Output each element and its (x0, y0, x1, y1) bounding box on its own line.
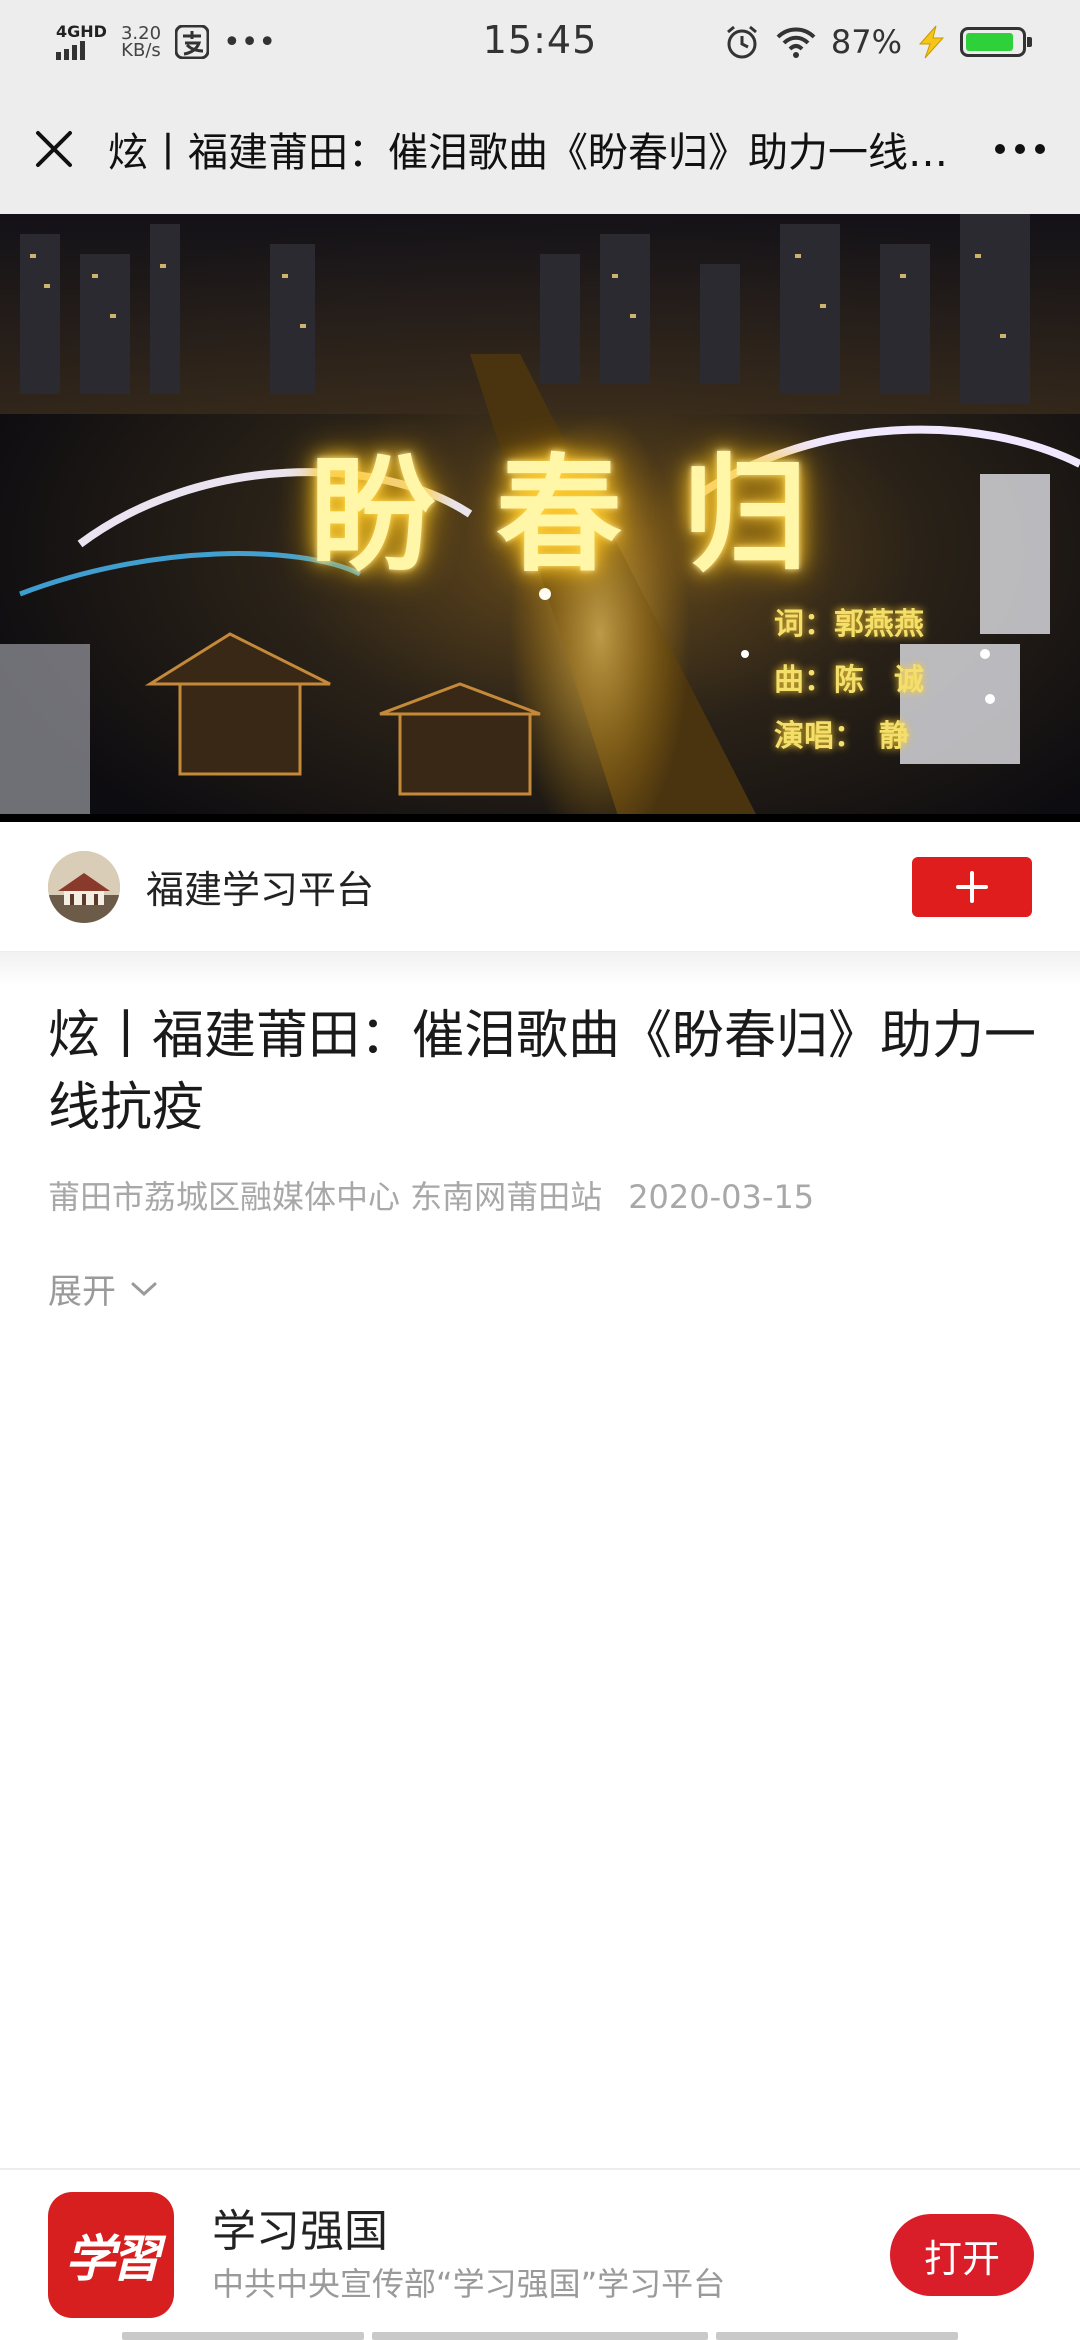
battery-icon (960, 27, 1032, 57)
more-options-icon[interactable] (990, 125, 1050, 173)
expand-toggle[interactable]: 展开 (48, 1264, 158, 1313)
alipay-icon (175, 25, 210, 59)
title-bar: 炫丨福建莆田：催泪歌曲《盼春归》助力一线抗疫 (0, 84, 1080, 214)
page-title: 炫丨福建莆田：催泪歌曲《盼春归》助力一线抗疫 (108, 130, 950, 176)
status-bar: 4GHD 3.20 KB/s ••• 15:45 87% (0, 0, 1080, 84)
network-speed: 3.20 KB/s (121, 25, 161, 61)
app-download-banner: 学習 学习强国 中共中央宣传部“学习强国”学习平台 打开 (0, 2168, 1080, 2340)
chevron-down-icon (131, 1282, 157, 1296)
status-time: 15:45 (482, 18, 598, 62)
account-row: 福建学习平台 (0, 822, 1080, 952)
app-logo: 学習 (48, 2192, 174, 2318)
battery-percent: 87% (830, 23, 902, 61)
video-player[interactable]: 盼春归 词：郭燕燕 曲：陈 诚 演唱： 静 (0, 214, 1080, 822)
open-app-button[interactable]: 打开 (890, 2214, 1034, 2296)
charging-icon (918, 25, 945, 59)
status-left: 4GHD 3.20 KB/s ••• (56, 24, 276, 60)
credit-singer: 演唱： 静 (774, 719, 909, 754)
app-info: 学习强国 中共中央宣传部“学习强国”学习平台 (212, 2203, 850, 2307)
plus-icon (956, 870, 988, 903)
article-meta: 莆田市荔城区融媒体中心 东南网莆田站 2020-03-15 (48, 1172, 814, 1218)
avatar[interactable] (48, 850, 120, 923)
follow-button[interactable] (912, 856, 1032, 917)
scroll-indicator (122, 2332, 364, 2340)
app-logo-text: 学習 (65, 2229, 161, 2288)
video-song-title: 盼春归 (310, 441, 868, 589)
article-date: 2020-03-15 (628, 1178, 815, 1216)
app-description: 中共中央宣传部“学习强国”学习平台 (212, 2265, 726, 2303)
expand-label: 展开 (48, 1272, 116, 1312)
credit-music: 曲：陈 诚 (774, 663, 924, 698)
battery-fill (966, 33, 1013, 51)
more-notifications-icon: ••• (223, 24, 277, 60)
video-credits: 词：郭燕燕 曲：陈 诚 演唱： 静 (774, 597, 924, 765)
alarm-icon (726, 25, 757, 59)
credit-lyrics: 词：郭燕燕 (774, 607, 924, 642)
account-name[interactable]: 福建学习平台 (146, 859, 912, 914)
network-type: 4GHD (56, 22, 107, 41)
section-divider (0, 952, 1080, 986)
article-title: 炫丨福建莆田：催泪歌曲《盼春归》助力一线抗疫 (48, 1006, 1037, 1138)
article-source: 莆田市荔城区融媒体中心 东南网莆田站 (48, 1178, 603, 1216)
signal-icon: 4GHD (56, 24, 107, 60)
scroll-indicator (372, 2332, 708, 2340)
speed-unit: KB/s (121, 40, 161, 61)
wifi-icon (776, 27, 816, 58)
app-name: 学习强国 (212, 2206, 388, 2257)
close-icon[interactable] (30, 125, 78, 173)
status-right: 87% (723, 23, 1032, 61)
scroll-indicator (716, 2332, 958, 2340)
